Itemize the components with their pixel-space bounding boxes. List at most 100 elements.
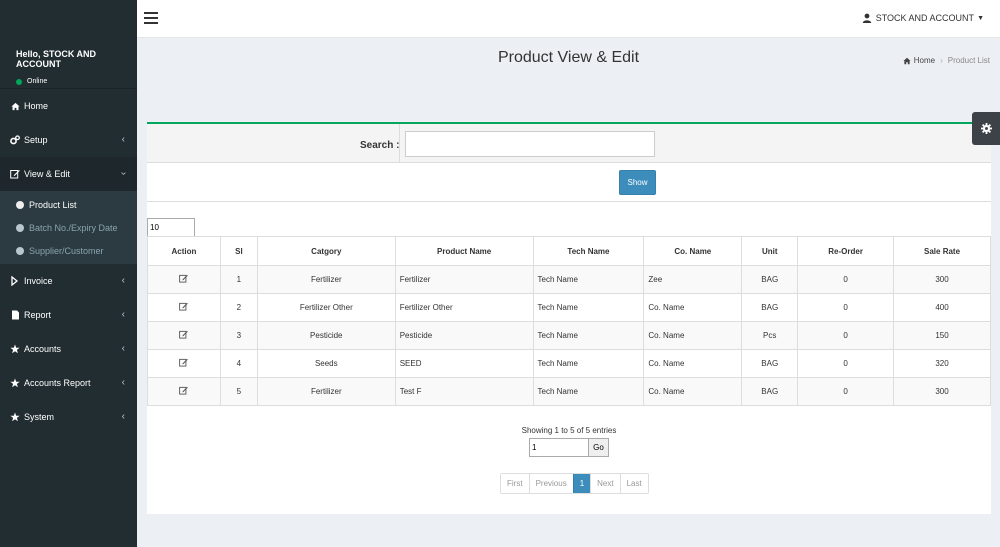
sidebar-item-label: Report (24, 310, 52, 320)
action-cell (147, 321, 221, 350)
sidebar-item-label: View & Edit (24, 169, 70, 179)
page-length-input[interactable] (147, 218, 195, 237)
settings-tab[interactable] (972, 112, 1000, 145)
product-name-cell: SEED (394, 349, 534, 378)
user-menu[interactable]: STOCK AND ACCOUNT ▼ (862, 13, 984, 23)
reorder-cell: 0 (797, 293, 895, 322)
sidebar-item-accounts[interactable]: Accounts ‹ (0, 332, 137, 366)
sl-cell: 1 (219, 265, 258, 294)
home-icon (9, 100, 21, 112)
product-name-cell: Pesticide (394, 321, 534, 350)
column-header[interactable]: Action (147, 236, 221, 266)
sidebar-item-label: Invoice (24, 276, 53, 286)
file-icon (9, 309, 21, 321)
sl-cell: 4 (219, 349, 258, 378)
column-header[interactable]: Product Name (394, 236, 534, 266)
submenu-item-product-list[interactable]: Product List (0, 193, 137, 216)
sidebar-item-invoice[interactable]: Invoice ‹ (0, 264, 137, 298)
column-header[interactable]: Re-Order (797, 236, 895, 266)
sidebar-item-label: Accounts Report (24, 378, 91, 388)
sale-rate-cell: 300 (893, 265, 991, 294)
sidebar-item-system[interactable]: System ‹ (0, 400, 137, 434)
tech-name-cell: Tech Name (532, 377, 645, 406)
action-cell (147, 265, 221, 294)
category-cell: Pesticide (256, 321, 396, 350)
search-label: Search : (360, 140, 400, 151)
goto-page-input[interactable] (529, 438, 589, 457)
product-name-cell: Test F (394, 377, 534, 406)
table-row: 1 Fertilizer Fertilizer Tech Name Zee BA… (147, 265, 991, 294)
star-icon (9, 411, 21, 423)
search-row: Search : (147, 124, 991, 163)
sidebar-item-home[interactable]: Home (0, 89, 137, 123)
go-button[interactable]: Go (588, 438, 609, 457)
divider (147, 201, 991, 202)
edit-icon[interactable] (179, 386, 189, 395)
content-area: Product View & Edit Home › Product List … (137, 38, 1000, 547)
pager-last[interactable]: Last (619, 474, 648, 493)
co-name-cell: Co. Name (643, 293, 743, 322)
table-header-row: Action Sl Catgory Product Name Tech Name… (147, 236, 991, 266)
column-header[interactable]: Tech Name (532, 236, 645, 266)
circle-icon (16, 223, 24, 232)
user-panel: Hello, STOCK AND ACCOUNT Online (0, 0, 137, 89)
action-cell (147, 293, 221, 322)
invoice-icon (9, 275, 21, 287)
sl-cell: 5 (219, 377, 258, 406)
edit-icon[interactable] (179, 330, 189, 339)
star-icon (9, 343, 21, 355)
pager-previous[interactable]: Previous (528, 474, 573, 493)
sl-cell: 2 (219, 293, 258, 322)
chevron-left-icon: ‹ (121, 411, 125, 422)
breadcrumb-separator: › (940, 56, 943, 65)
show-button[interactable]: Show (619, 170, 656, 195)
column-header[interactable]: Co. Name (643, 236, 743, 266)
sidebar-item-view-edit[interactable]: View & Edit ‹ (0, 157, 137, 191)
cogs-icon (9, 134, 21, 146)
pager-first[interactable]: First (501, 474, 529, 493)
table-row: 4 Seeds SEED Tech Name Co. Name BAG 0 32… (147, 349, 991, 378)
edit-icon[interactable] (179, 274, 189, 283)
sidebar-item-label: System (24, 412, 55, 422)
table-info: Showing 1 to 5 of 5 entries (521, 426, 617, 435)
category-cell: Fertilizer (256, 377, 396, 406)
breadcrumb-home[interactable]: Home (914, 56, 935, 65)
submenu-item-batch-expiry[interactable]: Batch No./Expiry Date (0, 216, 137, 239)
pagination: First Previous 1 Next Last (500, 473, 649, 494)
submenu-item-supplier-customer[interactable]: Supplier/Customer (0, 239, 137, 262)
sidebar-item-label: Accounts (24, 344, 62, 354)
circle-icon (16, 200, 24, 209)
edit-icon[interactable] (179, 302, 189, 311)
chevron-down-icon: ‹ (117, 171, 129, 176)
sidebar-item-report[interactable]: Report ‹ (0, 298, 137, 332)
chevron-left-icon: ‹ (121, 134, 125, 145)
user-menu-label: STOCK AND ACCOUNT (875, 13, 975, 23)
column-header[interactable]: Unit (741, 236, 799, 266)
unit-cell: BAG (741, 293, 799, 322)
gear-icon (980, 123, 992, 134)
home-icon (903, 57, 911, 64)
reorder-cell: 0 (797, 265, 895, 294)
pager-next[interactable]: Next (590, 474, 620, 493)
sidebar-toggle-icon[interactable] (144, 12, 158, 24)
column-header[interactable]: Sale Rate (893, 236, 991, 266)
page-title: Product View & Edit (497, 49, 640, 66)
edit-icon[interactable] (179, 358, 189, 367)
category-cell: Fertilizer Other (256, 293, 396, 322)
unit-cell: BAG (741, 349, 799, 378)
submenu-item-label: Batch No./Expiry Date (29, 222, 118, 233)
pager-current[interactable]: 1 (572, 474, 591, 493)
search-input[interactable] (405, 131, 655, 157)
circle-icon (16, 246, 24, 255)
sidebar-item-label: Setup (24, 135, 48, 145)
breadcrumb-current: Product List (947, 56, 990, 65)
column-header[interactable]: Catgory (256, 236, 396, 266)
sidebar-item-setup[interactable]: Setup ‹ (0, 123, 137, 157)
online-dot-icon (16, 78, 22, 85)
tech-name-cell: Tech Name (532, 321, 645, 350)
sidebar-item-accounts-report[interactable]: Accounts Report ‹ (0, 366, 137, 400)
table-row: 5 Fertilizer Test F Tech Name Co. Name B… (147, 377, 991, 406)
column-header[interactable]: Sl (219, 236, 258, 266)
table-row: 2 Fertilizer Other Fertilizer Other Tech… (147, 293, 991, 322)
reorder-cell: 0 (797, 349, 895, 378)
